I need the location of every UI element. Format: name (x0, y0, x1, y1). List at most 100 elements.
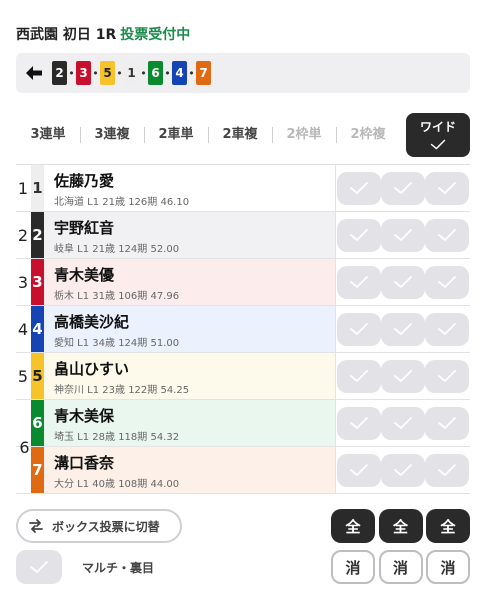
select-checkbox[interactable] (337, 218, 381, 252)
select-checkbox[interactable] (381, 406, 425, 440)
select-checkbox[interactable] (425, 265, 469, 299)
entry-row: 5 5 畠山ひすい 神奈川 L1 23歳 122期 54.25 (16, 353, 470, 400)
rider-name: 高橋美沙紀 (54, 313, 130, 331)
tab-label: 3連複 (94, 127, 130, 142)
rider-meta: 埼玉 L1 28歳 118期 54.32 (54, 432, 180, 443)
select-checkbox[interactable] (425, 359, 469, 393)
order-separator: • (188, 66, 195, 80)
check-icon (392, 462, 414, 478)
rider-info: 青木美保埼玉 L1 28歳 118期 54.32 (44, 400, 335, 446)
select-all-button-3[interactable]: 全 (426, 509, 470, 543)
check-icon (348, 462, 370, 478)
selection-checks (335, 353, 470, 399)
arrow-left-icon[interactable] (24, 63, 44, 83)
rider-name: 畠山ひすい (54, 360, 130, 378)
select-checkbox[interactable] (425, 406, 469, 440)
clear-button-1[interactable]: 消 (331, 550, 375, 584)
clear-button-3[interactable]: 消 (426, 550, 470, 584)
multi-option: マルチ・裏目 (16, 550, 154, 584)
order-separator: • (164, 66, 171, 80)
tab-bet-type: 2枠単 (272, 125, 336, 145)
select-checkbox[interactable] (381, 171, 425, 205)
select-checkbox[interactable] (337, 453, 381, 487)
rider-info: 青木美優栃木 L1 31歳 106期 47.96 (44, 259, 335, 305)
tab-bet-type[interactable]: 3連複 (80, 125, 144, 145)
select-checkbox[interactable] (425, 218, 469, 252)
frame-number (16, 447, 30, 493)
box-bet-switch-button[interactable]: ボックス投票に切替 (16, 509, 182, 543)
order-sequence: 2 • 3 • 5 • 1 • 6 • 4 • 7 (52, 61, 211, 85)
race-status: 投票受付中 (120, 27, 191, 43)
tab-bet-type[interactable]: 2車複 (208, 125, 272, 145)
tab-bet-type[interactable]: ワイド (406, 113, 470, 157)
select-checkbox[interactable] (381, 453, 425, 487)
rider-name: 青木美優 (54, 266, 115, 284)
selection-checks (335, 165, 470, 211)
multi-toggle[interactable] (16, 550, 62, 584)
selection-checks (335, 212, 470, 258)
rider-meta: 栃木 L1 31歳 106期 47.96 (54, 291, 180, 302)
order-number: 6 (148, 61, 163, 85)
select-checkbox[interactable] (337, 406, 381, 440)
check-icon (436, 321, 458, 337)
selection-checks (335, 447, 470, 493)
entry-row: 6 6 青木美保 埼玉 L1 28歳 118期 54.32 (16, 400, 470, 457)
check-icon (436, 227, 458, 243)
check-icon (406, 138, 470, 155)
check-icon (392, 368, 414, 384)
check-icon (348, 321, 370, 337)
select-checkbox[interactable] (381, 359, 425, 393)
order-separator: • (116, 66, 123, 80)
select-checkbox[interactable] (337, 312, 381, 346)
select-checkbox[interactable] (337, 171, 381, 205)
rider-meta: 岐阜 L1 21歳 124期 52.00 (54, 244, 180, 255)
rider-name: 青木美保 (54, 407, 115, 425)
select-checkbox[interactable] (425, 171, 469, 205)
swap-arrows-icon (28, 519, 44, 533)
entry-row: 1 1 佐藤乃愛 北海道 L1 21歳 126期 46.10 (16, 165, 470, 212)
frame-number: 5 (17, 366, 29, 386)
car-number: 4 (30, 306, 44, 352)
rider-meta: 北海道 L1 21歳 126期 46.10 (54, 197, 190, 208)
rider-meta: 大分 L1 40歳 108期 44.00 (54, 479, 180, 490)
rider-info: 佐藤乃愛北海道 L1 21歳 126期 46.10 (44, 165, 335, 211)
entry-row: 3 3 青木美優 栃木 L1 31歳 106期 47.96 (16, 259, 470, 306)
check-icon (348, 415, 370, 431)
order-number: 3 (76, 61, 91, 85)
race-header: 西武園 初日 1R 投票受付中 (16, 24, 190, 44)
select-all-button-2[interactable]: 全 (378, 509, 423, 543)
entry-row: 4 4 高橋美沙紀 愛知 L1 34歳 124期 51.00 (16, 306, 470, 353)
car-number: 7 (30, 447, 44, 493)
order-number: 2 (52, 61, 67, 85)
prediction-order-bar: 2 • 3 • 5 • 1 • 6 • 4 • 7 (16, 53, 470, 93)
tab-label: 2枠複 (350, 127, 386, 142)
check-icon (392, 274, 414, 290)
select-all-button-1[interactable]: 全 (331, 509, 375, 543)
select-checkbox[interactable] (381, 312, 425, 346)
select-checkbox[interactable] (425, 453, 469, 487)
check-icon (436, 368, 458, 384)
rider-meta: 愛知 L1 34歳 124期 51.00 (54, 338, 180, 349)
select-checkbox[interactable] (381, 265, 425, 299)
tab-bet-type[interactable]: 3連単 (16, 125, 80, 145)
frame-number: 2 (17, 225, 29, 245)
select-checkbox[interactable] (425, 312, 469, 346)
check-icon (348, 227, 370, 243)
car-number: 5 (30, 353, 44, 399)
check-icon (436, 415, 458, 431)
check-icon (436, 180, 458, 196)
select-checkbox[interactable] (337, 359, 381, 393)
select-checkbox[interactable] (381, 218, 425, 252)
select-checkbox[interactable] (337, 265, 381, 299)
order-number: 5 (100, 61, 115, 85)
entry-table: 1 1 佐藤乃愛 北海道 L1 21歳 126期 46.10 2 2 宇野紅音 岐阜 L1 2… (16, 164, 470, 494)
check-icon (348, 274, 370, 290)
check-icon (348, 368, 370, 384)
clear-button-2[interactable]: 消 (378, 550, 423, 584)
rider-info: 宇野紅音 岐阜 L1 21歳 124期 52.00 (44, 212, 335, 258)
select-all-buttons: 全 全 全 (331, 509, 470, 543)
rider-name: 佐藤乃愛 (54, 172, 115, 190)
order-separator: • (140, 66, 147, 80)
tab-bet-type[interactable]: 2車単 (144, 125, 208, 145)
order-number: 1 (124, 61, 139, 85)
